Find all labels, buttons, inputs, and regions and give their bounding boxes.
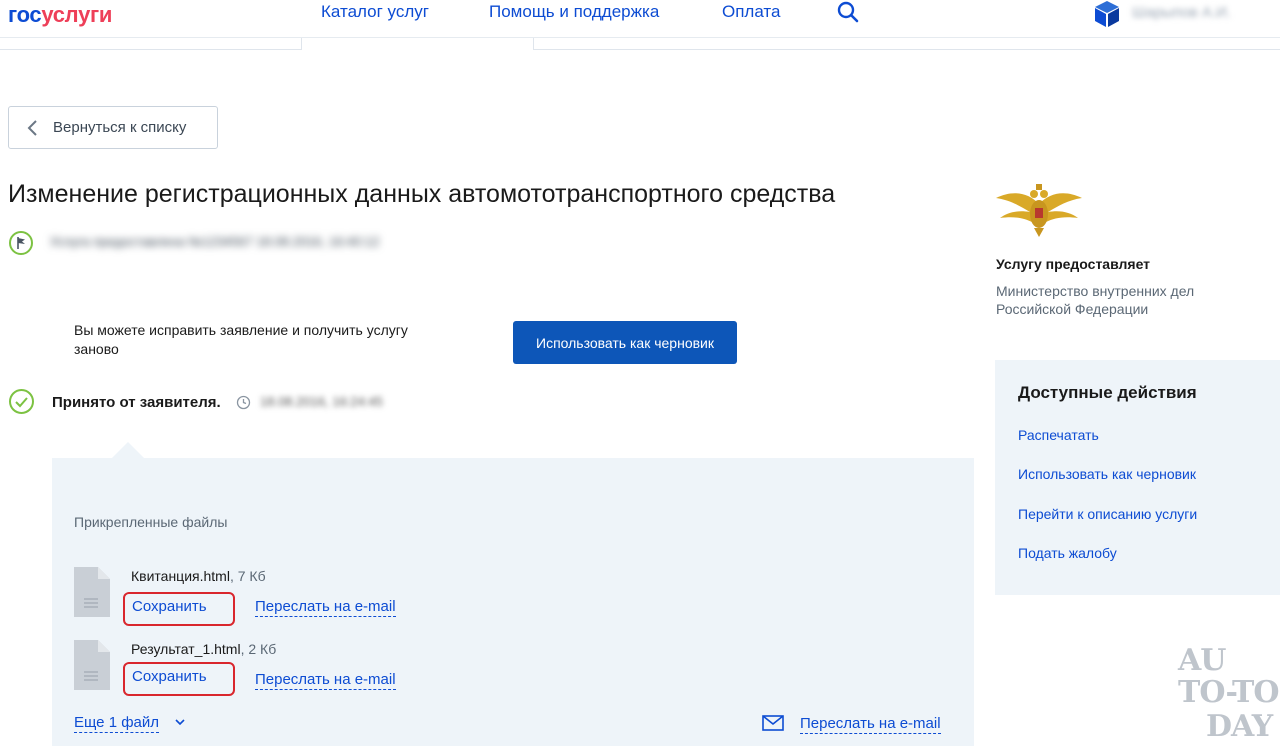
accepted-label: Принято от заявителя. <box>52 394 221 411</box>
action-print-link[interactable]: Распечатать <box>1018 427 1099 443</box>
action-complaint-link[interactable]: Подать жалобу <box>1018 545 1117 561</box>
flag-status-icon <box>9 231 33 255</box>
nav-catalog[interactable]: Каталог услуг <box>321 2 429 22</box>
clock-icon <box>236 395 251 410</box>
page-title: Изменение регистрационных данных автомот… <box>8 180 836 208</box>
forward-email-link[interactable]: Переслать на e-mail <box>255 598 396 617</box>
forward-email-link[interactable]: Переслать на e-mail <box>255 671 396 690</box>
document-file-icon <box>74 567 110 617</box>
nav-payment[interactable]: Оплата <box>722 2 780 22</box>
user-name[interactable]: Шарыпов А.И. <box>1132 4 1231 21</box>
service-status-blurred: Услуга предоставлена №1234567 18.08.2016… <box>50 234 380 249</box>
user-cube-icon[interactable] <box>1094 0 1120 28</box>
back-to-list-button[interactable]: Вернуться к списку <box>8 106 218 149</box>
available-actions-title: Доступные действия <box>1018 383 1197 402</box>
watermark-line-1: AU <box>1178 643 1226 678</box>
top-bar: госуслуги Каталог услуг Помощь и поддерж… <box>0 0 1280 38</box>
document-file-icon <box>74 640 110 690</box>
watermark-line-2: TO-TO <box>1178 675 1279 710</box>
action-use-draft-link[interactable]: Использовать как черновик <box>1018 466 1196 482</box>
use-as-draft-button[interactable]: Использовать как черновик <box>513 321 737 364</box>
attached-files-heading: Прикрепленные файлы <box>74 514 228 530</box>
provider-label: Услугу предоставляет <box>996 256 1151 272</box>
save-file-link[interactable]: Сохранить <box>123 662 235 696</box>
draft-prompt: Вы можете исправить заявление и получить… <box>74 322 408 357</box>
mvd-emblem-icon <box>996 184 1082 237</box>
chevron-down-icon[interactable] <box>174 716 186 728</box>
tab-divider-right <box>533 38 1280 50</box>
file-name: Результат_1.html, 2 Кб <box>131 641 277 657</box>
nav-help[interactable]: Помощь и поддержка <box>489 2 659 22</box>
file-name: Квитанция.html, 7 Кб <box>131 568 266 584</box>
forward-all-email-link[interactable]: Переслать на e-mail <box>800 715 941 734</box>
tab-divider-left <box>0 38 302 50</box>
more-files-link[interactable]: Еще 1 файл <box>74 714 160 733</box>
back-button-label: Вернуться к списку <box>53 119 187 136</box>
save-file-link[interactable]: Сохранить <box>123 592 235 626</box>
accepted-timestamp: 18.08.2016, 16:24:45 <box>260 394 383 409</box>
panel-pointer <box>112 442 144 458</box>
chevron-left-icon <box>27 119 37 136</box>
search-icon[interactable] <box>836 0 860 24</box>
provider-name: Министерство внутренних дел Российской Ф… <box>996 283 1195 317</box>
action-service-description-link[interactable]: Перейти к описанию услуги <box>1018 506 1197 522</box>
gosuslugi-logo[interactable]: госуслуги <box>8 2 112 28</box>
check-circle-icon <box>9 389 34 414</box>
watermark-line-3: DAY <box>1206 709 1273 744</box>
mail-icon <box>762 715 784 731</box>
